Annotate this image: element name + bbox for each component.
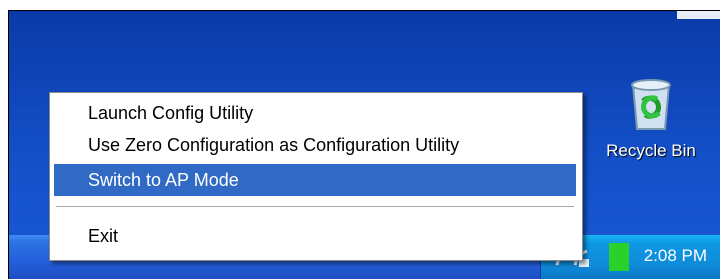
menu-item-exit[interactable]: Exit	[54, 220, 576, 252]
context-menu: Launch Config Utility Use Zero Configura…	[49, 92, 583, 261]
desktop-corner	[677, 11, 720, 19]
menu-item-launch-config[interactable]: Launch Config Utility	[54, 97, 576, 129]
recycle-bin[interactable]: Recycle Bin	[591, 77, 711, 161]
wireless-utility-icon[interactable]	[609, 243, 629, 271]
menu-separator	[56, 206, 574, 208]
menu-item-switch-ap-mode[interactable]: Switch to AP Mode	[54, 164, 576, 196]
recycle-bin-label: Recycle Bin	[606, 141, 696, 160]
menu-item-zero-configuration[interactable]: Use Zero Configuration as Configuration …	[54, 129, 576, 161]
recycle-bin-icon	[631, 79, 671, 130]
clock[interactable]: 2:08 PM	[644, 246, 707, 266]
